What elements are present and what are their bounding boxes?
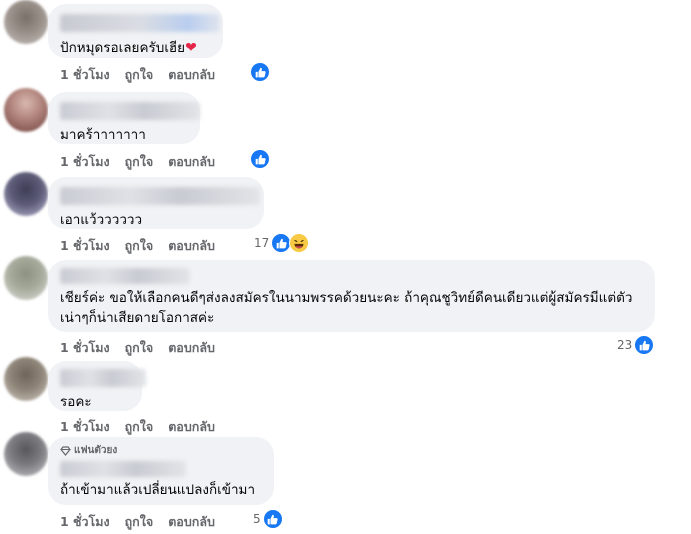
comment-actions: 1 ชั่วโมง ถูกใจ ตอบกลับ — [60, 417, 215, 437]
reaction-summary[interactable]: 23 — [617, 335, 655, 355]
comment-text: รอคะ — [60, 394, 92, 410]
like-button[interactable]: ถูกใจ — [125, 338, 154, 358]
avatar[interactable] — [4, 172, 48, 216]
comment-bubble: เอาแว้วววววว — [48, 177, 264, 229]
reply-button[interactable]: ตอบกลับ — [168, 338, 215, 358]
timestamp[interactable]: 1 ชั่วโมง — [60, 65, 110, 85]
comment-bubble: รอคะ — [48, 361, 146, 411]
commenter-name[interactable] — [60, 187, 260, 205]
comment-actions: 1 ชั่วโมง ถูกใจ ตอบกลับ — [60, 512, 215, 532]
comment-bubble: แฟนตัวยง ถ้าเข้ามาแล้วเปลี่ยนแปลงก็เข้าม… — [48, 437, 274, 505]
like-button[interactable]: ถูกใจ — [125, 417, 154, 437]
commenter-name[interactable] — [60, 369, 146, 387]
comment-text: เอาแว้วววววว — [60, 212, 143, 228]
reply-button[interactable]: ตอบกลับ — [168, 417, 215, 437]
like-button[interactable]: ถูกใจ — [125, 512, 154, 532]
comment-actions: 1 ชั่วโมง ถูกใจ ตอบกลับ — [60, 152, 215, 172]
commenter-name[interactable] — [60, 268, 190, 284]
comment-text: มาคร้าาาาาาา — [60, 127, 146, 143]
reaction-count: 5 — [253, 512, 261, 526]
reply-button[interactable]: ตอบกลับ — [168, 152, 215, 172]
top-fan-badge[interactable]: แฟนตัวยง — [60, 443, 262, 458]
reaction-count: 17 — [254, 236, 270, 250]
diamond-icon — [60, 445, 71, 456]
reaction-summary[interactable] — [250, 62, 270, 82]
reaction-summary[interactable]: 5 — [253, 509, 283, 529]
thumbs-up-icon — [634, 335, 655, 355]
haha-emoji-icon — [289, 233, 310, 253]
commenter-name[interactable] — [60, 14, 220, 32]
reply-button[interactable]: ตอบกลับ — [168, 512, 215, 532]
avatar[interactable] — [4, 256, 48, 300]
avatar[interactable] — [4, 0, 48, 44]
avatar[interactable] — [4, 357, 48, 401]
comment-actions: 1 ชั่วโมง ถูกใจ ตอบกลับ — [60, 65, 215, 85]
like-button[interactable]: ถูกใจ — [125, 152, 154, 172]
avatar[interactable] — [4, 432, 48, 476]
comment-actions: 1 ชั่วโมง ถูกใจ ตอบกลับ — [60, 338, 215, 358]
comment-bubble: เชียร์ค่ะ ขอให้เลือกคนดีๆส่งลงสมัครในนาม… — [48, 260, 655, 332]
reaction-summary[interactable] — [250, 149, 270, 169]
comment-text: ถ้าเข้ามาแล้วเปลี่ยนแปลงก็เข้ามา — [60, 482, 256, 498]
comment-text: เชียร์ค่ะ ขอให้เลือกคนดีๆส่งลงสมัครในนาม… — [60, 290, 633, 326]
commenter-name[interactable] — [60, 461, 186, 477]
like-button[interactable]: ถูกใจ — [125, 236, 154, 256]
reaction-count: 23 — [617, 338, 633, 352]
timestamp[interactable]: 1 ชั่วโมง — [60, 512, 110, 532]
timestamp[interactable]: 1 ชั่วโมง — [60, 338, 110, 358]
comment-bubble: ปักหมุดรอเลยครับเฮีย❤ — [48, 4, 223, 58]
reply-button[interactable]: ตอบกลับ — [168, 236, 215, 256]
comment-text: ปักหมุดรอเลยครับเฮีย❤ — [60, 40, 197, 56]
heart-emoji-icon: ❤ — [185, 40, 197, 56]
reply-button[interactable]: ตอบกลับ — [168, 65, 215, 85]
thumbs-up-icon — [271, 233, 292, 253]
comment-actions: 1 ชั่วโมง ถูกใจ ตอบกลับ — [60, 236, 215, 256]
like-button[interactable]: ถูกใจ — [125, 65, 154, 85]
timestamp[interactable]: 1 ชั่วโมง — [60, 417, 110, 437]
reaction-summary[interactable]: 17 — [254, 233, 310, 253]
thumbs-up-icon — [250, 149, 270, 169]
thumbs-up-icon — [250, 62, 270, 82]
comment-bubble: มาคร้าาาาาาา — [48, 92, 200, 144]
avatar[interactable] — [4, 88, 48, 132]
timestamp[interactable]: 1 ชั่วโมง — [60, 152, 110, 172]
timestamp[interactable]: 1 ชั่วโมง — [60, 236, 110, 256]
commenter-name[interactable] — [60, 102, 200, 120]
thumbs-up-icon — [262, 509, 283, 529]
badge-label: แฟนตัวยง — [74, 445, 118, 456]
